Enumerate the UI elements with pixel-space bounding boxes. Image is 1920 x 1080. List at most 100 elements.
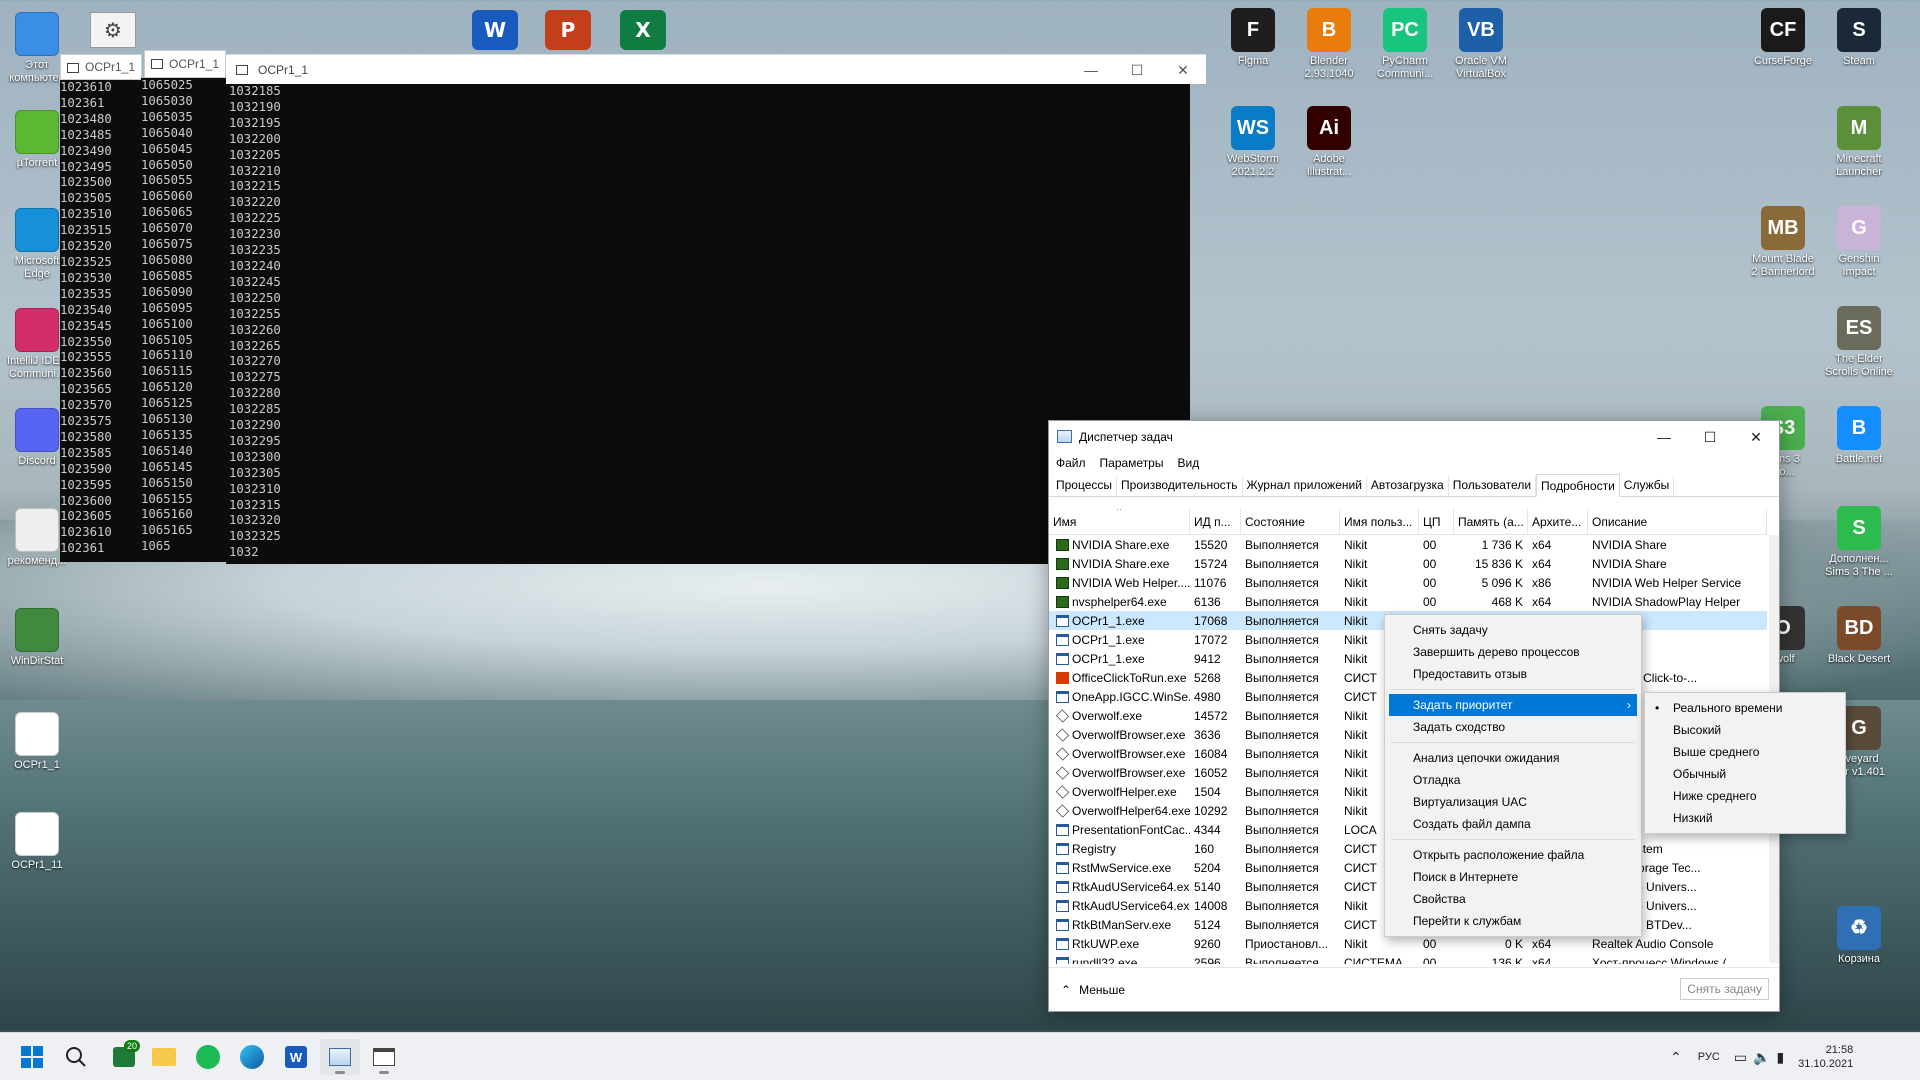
widgets-button[interactable]: 20 [104,1039,144,1075]
battery-icon[interactable]: ▮ [1776,1049,1784,1066]
context-item-8[interactable]: Отладка [1385,769,1641,791]
desktop-app-w[interactable]: W [472,10,518,50]
context-item-5[interactable]: Задать сходство [1385,716,1641,738]
table-row[interactable]: rundll32.exe 2596 Выполняется СИСТЕМА 00 136 … [1049,953,1767,964]
context-item-2[interactable]: Предоставить отзыв [1385,663,1641,685]
process-name: NVIDIA Web Helper.... [1072,575,1190,590]
maximize-icon[interactable]: ☐ [1114,55,1160,85]
priority-item-2[interactable]: Выше среднего [1645,741,1845,763]
context-item-12[interactable]: Открыть расположение файла [1385,844,1641,866]
desktop-icon-black-desert[interactable]: BD Black Desert [1820,606,1898,666]
console1-tab[interactable]: OCPr1_1 [60,54,142,80]
desktop-icon-blender[interactable]: B Blender 2.93.1040 [1290,8,1368,81]
context-item-13[interactable]: Поиск в Интернете [1385,866,1641,888]
context-item-15[interactable]: Перейти к службам [1385,910,1641,932]
close-icon[interactable]: ✕ [1733,421,1779,453]
desktop-icon-curseforge[interactable]: CF CurseForge [1744,8,1822,68]
desktop-icon-battle-net[interactable]: B Battle.net [1820,406,1898,466]
desktop-icon-minecraft[interactable]: M Minecraft Launcher [1820,106,1898,179]
tab-5[interactable]: Подробности [1536,474,1620,497]
spotify-button[interactable] [188,1039,228,1075]
task-manager-taskbar-button[interactable] [320,1039,360,1075]
minimize-icon[interactable]: — [1641,421,1687,453]
column-header[interactable]: ЦП [1419,509,1454,535]
tab-2[interactable]: Журнал приложений [1243,476,1367,496]
column-header[interactable]: Архите... [1528,509,1588,535]
priority-item-5[interactable]: Низкий [1645,807,1845,829]
column-header[interactable]: Имя польз... [1340,509,1419,535]
volume-icon[interactable]: 🔈 [1753,1049,1770,1066]
console3-output[interactable]: 1032185 1032190 1032195 1032200 1032205 … [226,84,1190,564]
desktop-icon-figma[interactable]: F Figma [1214,8,1292,68]
search-button[interactable] [56,1039,96,1075]
context-item-7[interactable]: Анализ цепочки ожидания [1385,747,1641,769]
desktop-app-p[interactable]: P [545,10,591,50]
desktop-icon-windirstat[interactable]: WinDirStat [0,608,76,668]
column-header[interactable]: Память (а... [1454,509,1528,535]
console3-titlebar[interactable]: OCPr1_1 — ☐ ✕ [226,54,1206,84]
minimize-icon[interactable]: — [1068,55,1114,85]
tab-4[interactable]: Пользователи [1449,476,1537,496]
menu-0[interactable]: Файл [1056,456,1086,470]
edge-button[interactable] [232,1039,272,1075]
table-row[interactable]: nvsphelper64.exe 6136 Выполняется Nikit 00 46… [1049,592,1767,611]
console2-tab[interactable]: OCPr1_1 [144,50,226,78]
desktop-icon-the-elder[interactable]: ES The Elder Scrolls Online [1820,306,1898,379]
cell-pid: 160 [1194,841,1215,856]
tab-1[interactable]: Производительность [1117,476,1243,496]
context-item-0[interactable]: Снять задачу [1385,619,1641,641]
process-name-cell: Registry [1049,842,1190,856]
table-row[interactable]: NVIDIA Web Helper.... 11076 Выполняется Nik… [1049,573,1767,592]
process-name-cell: RtkBtManServ.exe [1049,918,1190,932]
context-item-14[interactable]: Свойства [1385,888,1641,910]
console2-output[interactable]: 1065025 1065030 1065035 1065040 1065045 … [141,78,228,562]
end-task-button[interactable]: Снять задачу [1680,978,1769,1000]
maximize-icon[interactable]: ☐ [1687,421,1733,453]
desktop-icon-корзина[interactable]: ♻ Корзина [1820,906,1898,966]
task-manager-titlebar[interactable]: Диспетчер задач — ☐ ✕ [1049,421,1779,453]
tab-3[interactable]: Автозагрузка [1367,476,1449,496]
word-button[interactable]: W [276,1039,316,1075]
desktop-icon-mount-blade[interactable]: MB Mount Blade 2 Bannerlord [1744,206,1822,279]
network-icon[interactable]: ▭ [1734,1049,1747,1066]
desktop-icon-ocpr1-11[interactable]: OCPr1_11 [0,812,76,872]
column-header[interactable]: ИД п... [1190,509,1241,535]
table-row[interactable]: NVIDIA Share.exe 15520 Выполняется Nikit 00 1… [1049,535,1767,554]
console-taskbar-button[interactable] [364,1039,404,1075]
desktop-icon-label: Adobe Illustrat... [1306,153,1352,178]
priority-item-3[interactable]: Обычный [1645,763,1845,785]
file-explorer-button[interactable] [144,1039,184,1075]
column-header[interactable]: Описание [1588,509,1767,535]
context-item-9[interactable]: Виртуализация UAC [1385,791,1641,813]
desktop-icon-label: WebStorm 2021.2.2 [1227,153,1279,178]
desktop-app-x[interactable]: X [620,10,666,50]
desktop-icon-ocpr1-1[interactable]: OCPr1_1 [0,712,76,772]
close-icon[interactable]: ✕ [1160,55,1206,85]
context-item-4[interactable]: Задать приоритет › [1389,694,1637,716]
desktop-icon-genshin[interactable]: G Genshin Impact [1820,206,1898,279]
input-language[interactable]: РУС [1698,1051,1720,1063]
fewer-details-button[interactable]: ⌃ Меньше [1061,983,1125,997]
start-button[interactable] [12,1039,52,1075]
tab-0[interactable]: Процессы [1052,476,1118,496]
context-item-10[interactable]: Создать файл дампа [1385,813,1641,835]
console1-output[interactable]: 1023610 102361 1023480 1023485 1023490 1… [60,80,144,562]
menu-2[interactable]: Вид [1177,456,1199,470]
desktop-icon-дополнен[interactable]: S Дополнен... Sims 3 The ... [1820,506,1898,579]
tab-6[interactable]: Службы [1620,476,1675,496]
column-header[interactable]: Состояние [1241,509,1340,535]
chevron-up-icon[interactable]: ⌃ [1670,1049,1682,1066]
priority-item-0[interactable]: • Реального времени [1645,697,1845,719]
context-item-1[interactable]: Завершить дерево процессов [1385,641,1641,663]
priority-item-4[interactable]: Ниже среднего [1645,785,1845,807]
desktop-icon-adobe[interactable]: Ai Adobe Illustrat... [1290,106,1368,179]
desktop-icon-webstorm[interactable]: WS WebStorm 2021.2.2 [1214,106,1292,179]
desktop-icon-oracle-vm[interactable]: VB Oracle VM VirtualBox [1442,8,1520,81]
menu-1[interactable]: Параметры [1100,456,1164,470]
desktop-icon-pycharm[interactable]: PC PyCharm Communi... [1366,8,1444,81]
priority-item-1[interactable]: Высокий [1645,719,1845,741]
clock[interactable]: 21:58 31.10.2021 [1798,1043,1853,1071]
table-row[interactable]: NVIDIA Share.exe 15724 Выполняется Nikit 00 1… [1049,554,1767,573]
gear-icon[interactable]: ⚙ [90,12,136,48]
desktop-icon-steam[interactable]: S Steam [1820,8,1898,68]
